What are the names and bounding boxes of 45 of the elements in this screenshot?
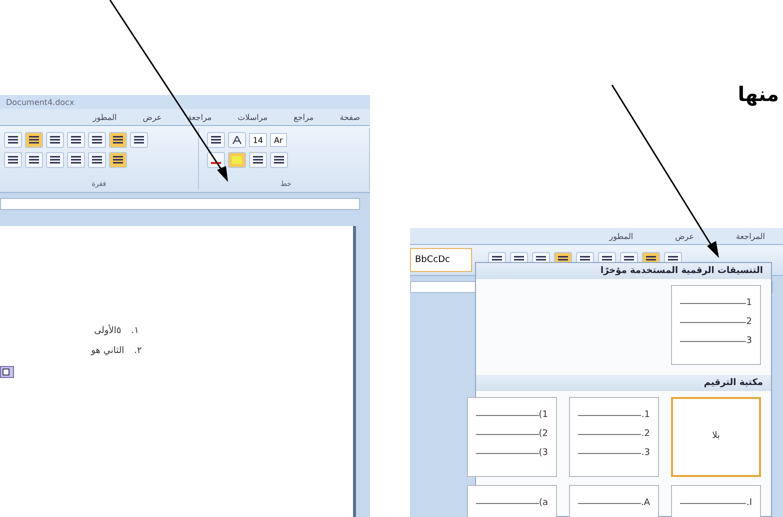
- toolbar-icon[interactable]: [46, 132, 64, 148]
- toolbar-icon[interactable]: [109, 152, 127, 168]
- toolbar-icon[interactable]: [270, 152, 288, 168]
- toolbar-icon[interactable]: [88, 132, 106, 148]
- caption-text: منها: [738, 82, 779, 106]
- window-title: Document4.docx: [6, 98, 74, 106]
- toolbar-icon[interactable]: [67, 132, 85, 148]
- section-header: مكتبة الترقيم: [476, 375, 771, 391]
- toolbar-icon[interactable]: [25, 132, 43, 148]
- ribbon-tab[interactable]: عرض: [671, 230, 698, 242]
- toolbar-icon[interactable]: [25, 152, 43, 168]
- toolbar-icon[interactable]: [248, 152, 267, 168]
- numbering-option[interactable]: .1 .2 .3: [569, 397, 659, 477]
- numbering-option[interactable]: بلا: [671, 397, 761, 477]
- numbering-option[interactable]: (1 (2 (3: [467, 397, 557, 477]
- toolbar-icon[interactable]: [109, 132, 127, 148]
- font-size-field[interactable]: 14: [248, 133, 267, 147]
- ribbon-tab[interactable]: عرض: [138, 110, 166, 124]
- toolbar-icon[interactable]: [4, 152, 22, 168]
- ribbon-tab[interactable]: صفحة: [336, 110, 364, 124]
- ribbon-tab[interactable]: مراجعة: [184, 110, 216, 124]
- toolbar-icon[interactable]: [228, 132, 246, 148]
- ribbon-tab[interactable]: المطور: [88, 110, 121, 124]
- toolbar-icon[interactable]: [206, 132, 225, 148]
- font-name-field[interactable]: Ar: [270, 133, 287, 147]
- list-number: ١.: [131, 326, 139, 336]
- toolbar-icon[interactable]: [88, 152, 106, 168]
- ribbon-tab[interactable]: المطور: [605, 230, 638, 242]
- style-preview[interactable]: BbCcDc: [410, 248, 472, 272]
- section-header: التنسيقات الرقمية المستخدمة مؤخرًا: [476, 263, 771, 279]
- toolbar-icon[interactable]: [67, 152, 85, 168]
- numbering-option[interactable]: .A: [569, 485, 659, 517]
- toolbar-icon[interactable]: [130, 132, 148, 148]
- numbering-option[interactable]: 1 2 3: [671, 285, 761, 365]
- list-number: ٢.: [134, 346, 142, 356]
- ribbon-tab[interactable]: مراسلات: [234, 110, 272, 124]
- paste-options-icon[interactable]: [0, 366, 14, 378]
- list-text: ٥الأولى: [94, 326, 122, 336]
- ribbon-tab[interactable]: المراجعة: [732, 230, 769, 242]
- numbering-option[interactable]: .I: [671, 485, 761, 517]
- toolbar-icon[interactable]: [46, 152, 64, 168]
- numbering-option[interactable]: (a: [467, 485, 557, 517]
- toolbar-icon[interactable]: [4, 132, 22, 148]
- list-text: الثاني هو: [91, 346, 124, 356]
- ribbon-tab[interactable]: مراجع: [290, 110, 318, 124]
